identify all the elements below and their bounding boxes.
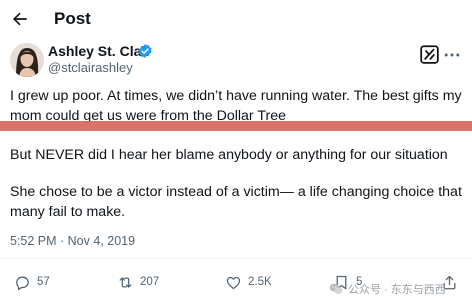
back-arrow-icon[interactable]: [10, 9, 30, 29]
repost-count: 207: [140, 276, 160, 288]
divider: [0, 258, 472, 259]
author-name[interactable]: Ashley St. Clair: [48, 43, 151, 60]
reply-count: 57: [37, 276, 50, 288]
like-icon: [226, 276, 241, 289]
watermark-text: 公众号 · 东东与西西: [348, 284, 446, 296]
highlight-strike: [0, 121, 472, 131]
post-header: Post: [0, 0, 472, 38]
repost-button[interactable]: 207: [117, 272, 159, 292]
like-count: 2.5K: [248, 276, 272, 288]
avatar[interactable]: [10, 43, 44, 77]
tweet-paragraph-1: I grew up poor. At times, we didn’t have…: [10, 88, 462, 124]
page-title: Post: [54, 9, 91, 28]
author-handle[interactable]: @stclairashley: [48, 60, 133, 76]
more-icon[interactable]: [442, 45, 462, 65]
tweet-paragraph-2: But NEVER did I hear her blame anybody o…: [10, 147, 448, 163]
tweet-paragraph-3: She chose to be a victor instead of a vi…: [10, 184, 462, 220]
grok-icon[interactable]: [419, 44, 440, 65]
verified-badge-icon: [137, 43, 153, 59]
watermark: 公众号 · 东东与西西: [328, 281, 446, 297]
reply-icon: [16, 276, 29, 290]
tweet-timestamp[interactable]: 5:52 PM · Nov 4, 2019: [10, 234, 135, 249]
repost-icon: [119, 276, 132, 288]
like-button[interactable]: 2.5K: [225, 272, 272, 292]
wechat-icon: [329, 283, 343, 294]
reply-button[interactable]: 57: [14, 272, 50, 292]
